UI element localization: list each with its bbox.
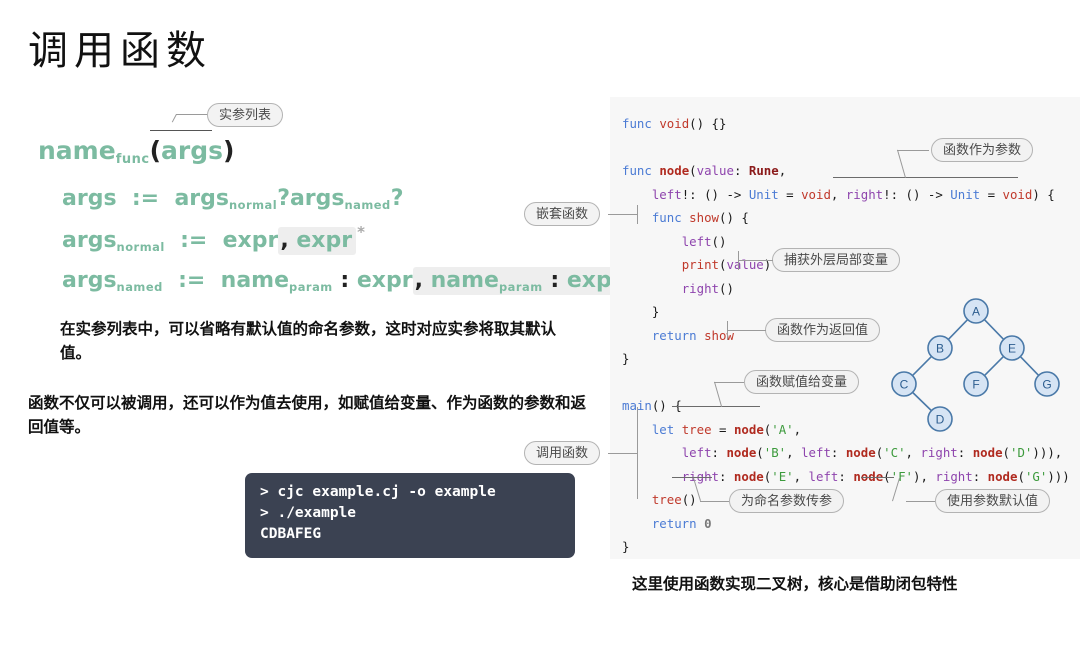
tree-node-label-B: B bbox=[936, 342, 944, 356]
callout-nested-function: 嵌套函数 bbox=[524, 202, 601, 226]
grammar-assign-3: := bbox=[178, 268, 206, 293]
grammar-call-form: namefunc(args) bbox=[38, 136, 235, 167]
callout-capture-outer-local: 捕获外层局部变量 bbox=[772, 248, 901, 272]
grammar-sub-named-1: named bbox=[344, 198, 391, 212]
underline-default-value bbox=[861, 477, 894, 478]
callout-pass-named-arg: 为命名参数传参 bbox=[729, 489, 845, 513]
tree-edge-A-B bbox=[947, 319, 969, 340]
leader-capture-horizontal bbox=[738, 260, 773, 262]
grammar-sub-normal-1: normal bbox=[228, 198, 278, 212]
grammar-repeat-group-2: , nameparam : expr bbox=[412, 267, 627, 295]
tree-edge-B-C bbox=[911, 355, 933, 377]
grammar-rule-args-normal: argsnormal := expr, expr * bbox=[62, 223, 365, 255]
leader-return-vertical bbox=[727, 321, 729, 340]
grammar-args-lhs: args bbox=[62, 186, 117, 211]
caption-after: 特性 bbox=[926, 576, 958, 593]
grammar-rule-args-named: argsnamed := nameparam : expr, nameparam… bbox=[62, 263, 635, 295]
leader-capture-vertical bbox=[738, 251, 740, 270]
leader-arglist-diagonal bbox=[171, 114, 178, 123]
args-underline-marker bbox=[150, 130, 212, 131]
binary-tree-diagram: A B E C F G D bbox=[875, 288, 1075, 438]
tree-node-label-C: C bbox=[900, 378, 909, 392]
callout-arg-list: 实参列表 bbox=[207, 103, 284, 127]
caption-before: 这里使用函数实现二叉树，核心是借助 bbox=[632, 576, 896, 593]
grammar-question-2: ? bbox=[390, 186, 404, 211]
callout-function-as-return: 函数作为返回值 bbox=[765, 318, 881, 342]
grammar-repeat-group-1: , expr bbox=[278, 227, 357, 255]
tree-node-label-F: F bbox=[972, 378, 979, 392]
tree-edge-E-G bbox=[1019, 356, 1040, 376]
grammar-assign-1: := bbox=[131, 186, 160, 211]
grammar-expr-2: expr bbox=[296, 228, 353, 253]
paragraph-default-named-args: 在实参列表中，可以省略有默认值的命名参数，这时对应实参将取其默认值。 bbox=[60, 321, 557, 363]
callout-use-default-value: 使用参数默认值 bbox=[935, 489, 1051, 513]
grammar-args-normal: args bbox=[174, 186, 229, 211]
grammar-name-1: name bbox=[220, 268, 290, 293]
grammar-args-named: args bbox=[289, 186, 345, 211]
tree-nodes: A B E C F G D bbox=[891, 298, 1060, 432]
tree-node-label-G: G bbox=[1042, 378, 1051, 392]
grammar-name-2: name bbox=[430, 268, 499, 293]
grammar-question-1: ? bbox=[277, 186, 290, 211]
grammar-rparen: ) bbox=[222, 136, 235, 165]
leader-call-horizontal bbox=[608, 453, 638, 455]
leader-nested-vertical bbox=[637, 205, 639, 224]
grammar-rule-args: args := argsnormal?argsnamed? bbox=[62, 186, 404, 212]
paragraph-function-as-value: 函数不仅可以被调用，还可以作为值去使用，如赋值给变量、作为函数的参数和返回值等。 bbox=[28, 395, 587, 437]
grammar-comma-1: , bbox=[280, 228, 289, 253]
caption-bold-term: 闭包 bbox=[895, 576, 927, 593]
leader-funcparam-horizontal bbox=[897, 150, 929, 152]
leader-assign-horizontal bbox=[714, 382, 744, 384]
underline-function-as-param bbox=[833, 177, 1018, 178]
figure-caption: 这里使用函数实现二叉树，核心是借助闭包特性 bbox=[632, 572, 958, 594]
tree-edge-C-D bbox=[912, 391, 932, 412]
grammar-colon-1: : bbox=[340, 268, 350, 293]
binary-tree-svg: A B E C F G D bbox=[891, 298, 1060, 432]
grammar-sub-normal-2: normal bbox=[116, 240, 165, 254]
terminal-block: > cjc example.cj -o example > ./example … bbox=[245, 473, 575, 558]
callout-function-to-variable: 函数赋值给变量 bbox=[744, 370, 860, 394]
grammar-call-args: args bbox=[161, 136, 223, 165]
grammar-sub-param-1: param bbox=[289, 280, 333, 294]
grammar-sub-named-2: named bbox=[116, 280, 163, 294]
tree-node-label-E: E bbox=[1008, 342, 1016, 356]
callout-call-function: 调用函数 bbox=[524, 441, 601, 465]
grammar-expr-3: expr bbox=[356, 268, 413, 293]
grammar-argsnormal-lhs: args bbox=[62, 228, 117, 253]
grammar-lparen: ( bbox=[149, 136, 161, 165]
leader-return-horizontal bbox=[727, 330, 766, 332]
callout-function-as-param: 函数作为参数 bbox=[931, 138, 1034, 162]
tree-node-label-D: D bbox=[936, 413, 945, 427]
leader-nested-horizontal bbox=[608, 214, 638, 216]
underline-let-tree bbox=[672, 406, 760, 407]
leader-default-horizontal bbox=[906, 501, 935, 503]
page-title: 调用函数 bbox=[28, 28, 212, 73]
tree-edges bbox=[911, 319, 1040, 412]
grammar-call-name: name bbox=[38, 136, 116, 165]
grammar-star-1: * bbox=[357, 223, 365, 241]
tree-edge-E-F bbox=[983, 355, 1005, 377]
terminal-output: > cjc example.cj -o example > ./example … bbox=[260, 484, 496, 542]
leader-call-vertical bbox=[637, 407, 639, 499]
grammar-sub-param-2: param bbox=[498, 280, 543, 294]
grammar-colon-2: : bbox=[550, 268, 560, 293]
tree-node-label-A: A bbox=[972, 305, 980, 319]
tree-edge-A-E bbox=[983, 319, 1005, 340]
grammar-call-name-subscript: func bbox=[115, 152, 150, 167]
grammar-assign-2: := bbox=[180, 228, 208, 253]
leader-namedarg-horizontal bbox=[700, 501, 729, 503]
grammar-argsnamed-lhs: args bbox=[62, 268, 117, 293]
grammar-expr-1: expr bbox=[222, 228, 279, 253]
grammar-comma-2: , bbox=[414, 268, 423, 293]
